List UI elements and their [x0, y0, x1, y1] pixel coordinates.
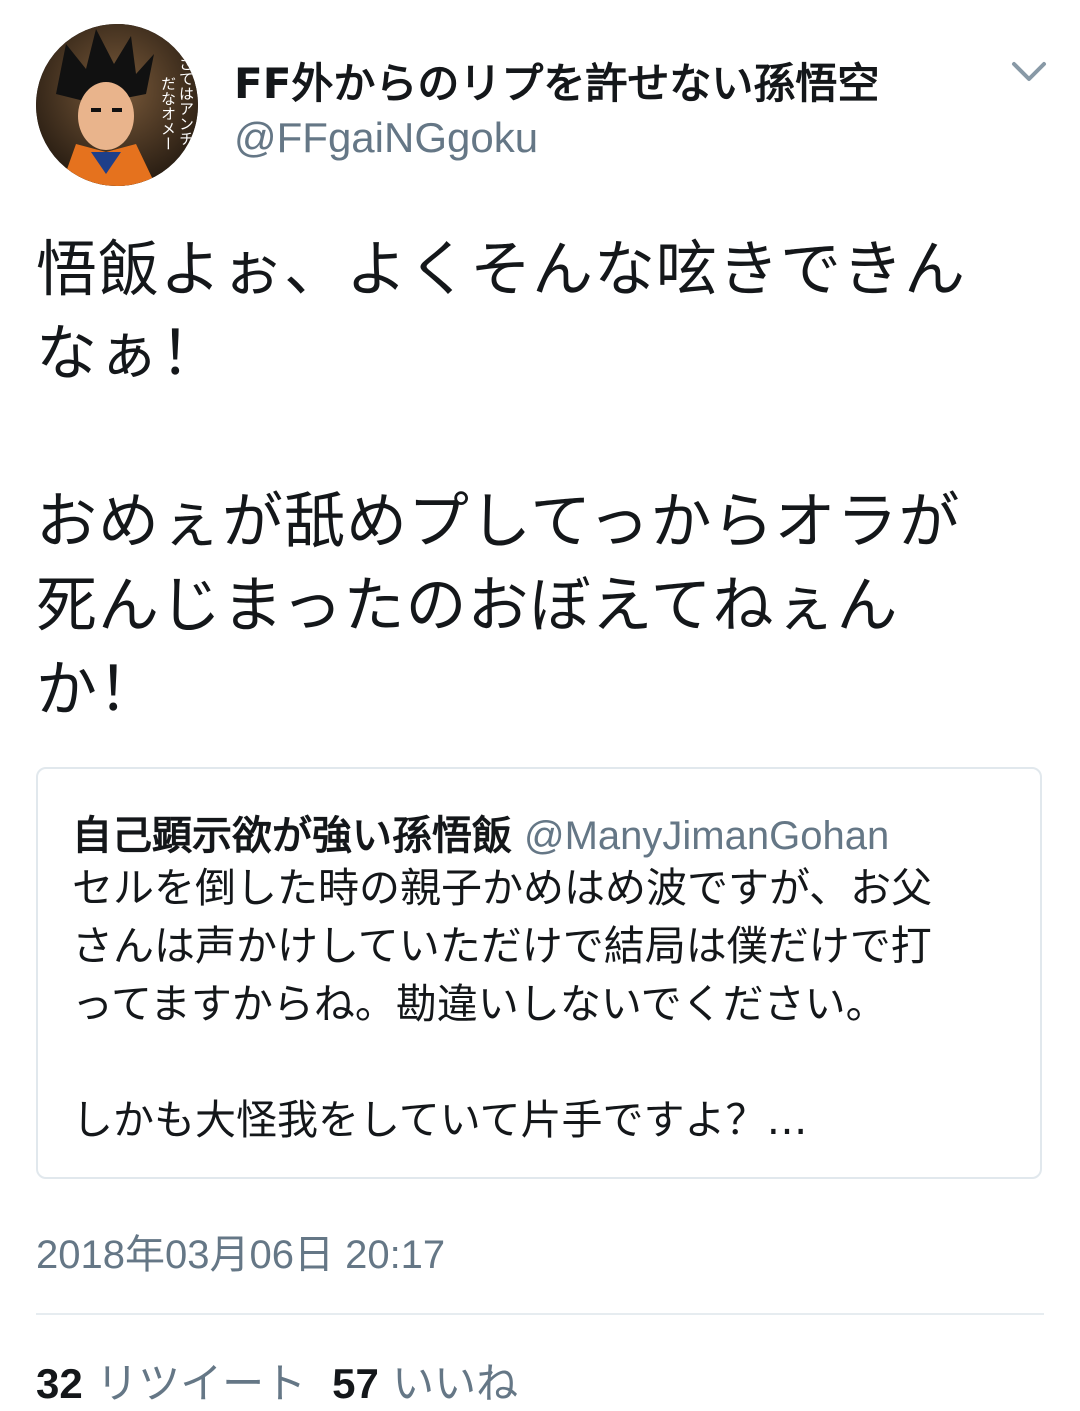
author-handle[interactable]: @FFgaiNGgoku: [234, 114, 538, 162]
quoted-display-name: 自己顕示欲が強い孫悟飯: [72, 813, 512, 859]
tweet-stats: 32 リツイート 57 いいね: [36, 1350, 518, 1411]
quoted-handle: @ManyJimanGohan: [524, 814, 890, 858]
quoted-tweet-text: セルを倒した時の親子かめはめ波ですが、お父 さんは声かけしていただけで結局は僕だ…: [72, 864, 933, 1144]
author-display-name[interactable]: FF外からのリプを許せない孫悟空: [234, 50, 879, 111]
tweet-menu-button[interactable]: [1008, 50, 1050, 92]
divider: [36, 1313, 1044, 1315]
avatar-caption-1: さてはアンチ: [177, 56, 195, 146]
retweets-count: 32: [36, 1360, 83, 1407]
tweet-text: 悟飯よぉ、よくそんな呟きできん なぁ！ おめぇが舐めプしてっからオラが 死んじま…: [36, 234, 967, 725]
quoted-tweet-header: 自己顕示欲が強い孫悟飯 @ManyJimanGohan: [72, 803, 889, 861]
tweet-timestamp[interactable]: 2018年03月06日 20:17: [36, 1222, 445, 1280]
quoted-tweet-card[interactable]: 自己顕示欲が強い孫悟飯 @ManyJimanGohan セルを倒した時の親子かめは…: [36, 767, 1042, 1179]
retweets-label: リツイート: [96, 1359, 307, 1408]
author-avatar[interactable]: さてはアンチ だなオメー: [36, 24, 198, 186]
avatar-goku: さてはアンチ だなオメー: [36, 24, 198, 186]
retweets-stat[interactable]: 32 リツイート: [36, 1359, 306, 1408]
avatar-caption-2: だなオメー: [159, 76, 177, 151]
likes-count: 57: [332, 1360, 379, 1407]
likes-stat[interactable]: 57 いいね: [332, 1359, 518, 1408]
chevron-down-icon: [1012, 62, 1046, 81]
likes-label: いいね: [392, 1359, 519, 1408]
